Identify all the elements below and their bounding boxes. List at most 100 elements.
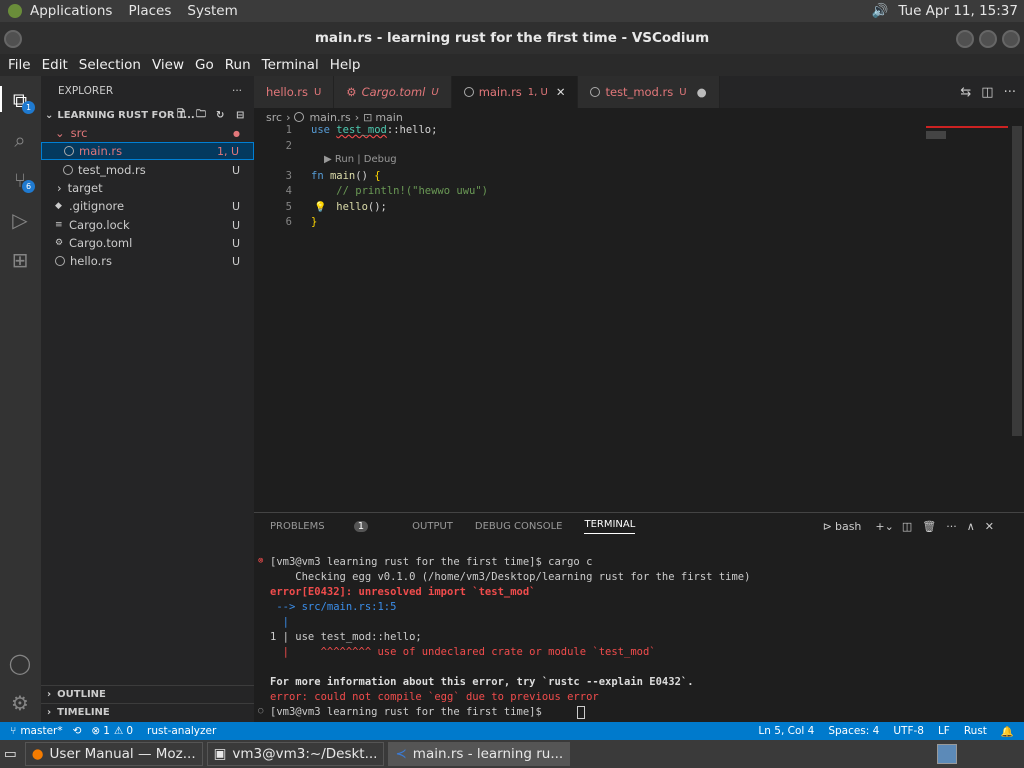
- terminal-shell-select[interactable]: bash: [835, 520, 861, 533]
- notifications-icon[interactable]: 🔔: [1001, 725, 1014, 738]
- tree-item-gitignore[interactable]: ◆ .gitignore U: [41, 197, 254, 215]
- search-icon[interactable]: ⌕: [8, 128, 32, 152]
- window-menu-button[interactable]: [4, 30, 22, 48]
- clock[interactable]: Tue Apr 11, 15:37: [898, 3, 1018, 19]
- settings-gear-icon[interactable]: ⚙: [8, 691, 32, 715]
- run-debug-icon[interactable]: ▷: [8, 208, 32, 232]
- breadcrumb-folder[interactable]: src: [266, 111, 282, 124]
- unsaved-dot: ●: [696, 85, 707, 99]
- show-desktop-icon[interactable]: ▭: [4, 746, 17, 762]
- minimap[interactable]: [924, 126, 1010, 512]
- menu-help[interactable]: Help: [330, 57, 361, 73]
- menu-view[interactable]: View: [152, 57, 184, 73]
- line-ending[interactable]: LF: [938, 725, 950, 737]
- tree-item-cargo-toml[interactable]: ⚙ Cargo.toml U: [41, 234, 254, 252]
- more-actions-icon[interactable]: ···: [1004, 85, 1016, 100]
- editor-tabs: hello.rs U ⚙ Cargo.toml U main.rs 1, U ✕ te…: [254, 76, 1024, 108]
- language-server[interactable]: rust-analyzer: [147, 725, 216, 737]
- menu-selection[interactable]: Selection: [79, 57, 141, 73]
- distro-logo-icon[interactable]: [8, 4, 22, 18]
- workspace-switcher[interactable]: [937, 744, 957, 764]
- volume-icon[interactable]: 🔊: [872, 3, 889, 19]
- menu-places[interactable]: Places: [128, 3, 171, 19]
- tab-debug-console[interactable]: DEBUG CONSOLE: [475, 521, 563, 532]
- menu-edit[interactable]: Edit: [42, 57, 68, 73]
- collapse-all-icon[interactable]: ⊟: [236, 110, 244, 121]
- open-changes-icon[interactable]: ⇆: [960, 85, 971, 100]
- menu-go[interactable]: Go: [195, 57, 214, 73]
- menu-terminal[interactable]: Terminal: [262, 57, 319, 73]
- new-terminal-icon[interactable]: +⌄: [875, 520, 893, 533]
- rust-file-icon: [463, 87, 474, 97]
- codelens-run-debug[interactable]: ▶ Run | Debug: [324, 154, 397, 165]
- account-icon[interactable]: ◯: [8, 651, 32, 675]
- tree-item-target[interactable]: › target: [41, 179, 254, 197]
- split-terminal-icon[interactable]: ◫: [902, 520, 912, 533]
- tab-cargo-toml[interactable]: ⚙ Cargo.toml U: [334, 76, 452, 108]
- timeline-section-header[interactable]: › TIMELINE: [41, 703, 254, 721]
- tree-item-cargo-lock[interactable]: ≡ Cargo.lock U: [41, 216, 254, 234]
- status-bar: ⑂ master* ⟲ ⊗ 1 ⚠ 0 rust-analyzer Ln 5, …: [0, 722, 1024, 740]
- close-panel-icon[interactable]: ✕: [985, 520, 994, 533]
- taskbar-item-firefox[interactable]: ● User Manual — Moz...: [24, 742, 203, 766]
- workspace-section-header[interactable]: ⌄ LEARNING RUST FOR T... 🗋 🗀 ↻ ⊟: [41, 106, 254, 124]
- refresh-icon[interactable]: ↻: [216, 110, 224, 121]
- new-file-icon[interactable]: 🗋: [177, 107, 185, 124]
- minimize-button[interactable]: [956, 30, 974, 48]
- error-count[interactable]: 1: [103, 725, 110, 737]
- tab-main-rs[interactable]: main.rs 1, U ✕: [451, 76, 579, 108]
- tree-item-test-mod-rs[interactable]: test_mod.rs U: [41, 161, 254, 179]
- chevron-right-icon: ›: [354, 110, 360, 124]
- indentation[interactable]: Spaces: 4: [828, 725, 879, 737]
- language-mode[interactable]: Rust: [964, 725, 987, 737]
- terminal-line: 1 | use test_mod::hello;: [270, 631, 422, 643]
- menu-file[interactable]: File: [8, 57, 31, 73]
- tab-test-mod-rs[interactable]: test_mod.rs U ●: [578, 76, 720, 108]
- tree-item-src[interactable]: ⌄ src ●: [41, 124, 254, 142]
- rust-file-icon: [64, 146, 74, 156]
- breadcrumb-symbol[interactable]: main: [375, 111, 402, 124]
- chevron-right-icon: ›: [47, 689, 52, 700]
- firefox-icon: ●: [31, 746, 44, 762]
- menu-system[interactable]: System: [187, 3, 237, 19]
- more-actions-icon[interactable]: ···: [232, 85, 242, 97]
- cursor-position[interactable]: Ln 5, Col 4: [758, 725, 814, 737]
- explorer-header: EXPLORER ···: [58, 85, 242, 97]
- terminal-line: |: [270, 616, 289, 628]
- new-folder-icon[interactable]: 🗀: [196, 107, 206, 124]
- extensions-icon[interactable]: ⊞: [8, 248, 32, 272]
- tab-terminal[interactable]: TERMINAL: [584, 519, 636, 534]
- tab-output[interactable]: OUTPUT: [412, 521, 453, 532]
- code-editor[interactable]: 1 use test_mod::hello; 2 ▶ Run | Debug 3…: [254, 124, 1024, 512]
- split-editor-icon[interactable]: ◫: [981, 85, 993, 100]
- trash-icon[interactable]: 🗑: [922, 520, 936, 533]
- prompt-circle-icon: ○: [258, 706, 264, 716]
- top-panel: Applications Places System 🔊 Tue Apr 11,…: [0, 0, 1024, 22]
- encoding[interactable]: UTF-8: [893, 725, 924, 737]
- tree-item-main-rs[interactable]: main.rs 1, U: [41, 142, 254, 160]
- maximize-panel-icon[interactable]: ∧: [967, 520, 975, 533]
- more-actions-icon[interactable]: ···: [946, 520, 957, 533]
- code-line: 2: [285, 140, 292, 152]
- warning-count[interactable]: 0: [126, 725, 133, 737]
- maximize-button[interactable]: [979, 30, 997, 48]
- taskbar-item-vscodium[interactable]: ≺ main.rs - learning ru...: [388, 742, 571, 766]
- outline-section-header[interactable]: › OUTLINE: [41, 685, 254, 703]
- code-line: 6 }: [285, 216, 318, 228]
- tab-close-icon[interactable]: ✕: [556, 85, 566, 99]
- branch-name[interactable]: master*: [20, 725, 62, 737]
- terminal-line: error[E0432]: unresolved import `test_mo…: [270, 586, 536, 598]
- tab-hello-rs[interactable]: hello.rs U: [254, 76, 335, 108]
- terminal-line: error: could not compile `egg` due to pr…: [270, 691, 599, 703]
- close-button[interactable]: [1002, 30, 1020, 48]
- tab-problems[interactable]: PROBLEMS 1: [270, 520, 390, 532]
- terminal-output[interactable]: ⊗ [vm3@vm3 learning rust for the first t…: [254, 553, 1014, 723]
- tree-item-hello-rs[interactable]: hello.rs U: [41, 252, 254, 270]
- menu-run[interactable]: Run: [225, 57, 251, 73]
- terminal-line: [vm3@vm3 learning rust for the first tim…: [270, 706, 549, 718]
- editor-scrollbar[interactable]: [1012, 126, 1022, 436]
- sync-icon[interactable]: ⟲: [73, 725, 82, 737]
- menu-applications[interactable]: Applications: [30, 3, 112, 19]
- breadcrumb-file[interactable]: main.rs: [309, 111, 350, 124]
- taskbar-item-terminal[interactable]: ▣ vm3@vm3:~/Deskt...: [206, 742, 385, 766]
